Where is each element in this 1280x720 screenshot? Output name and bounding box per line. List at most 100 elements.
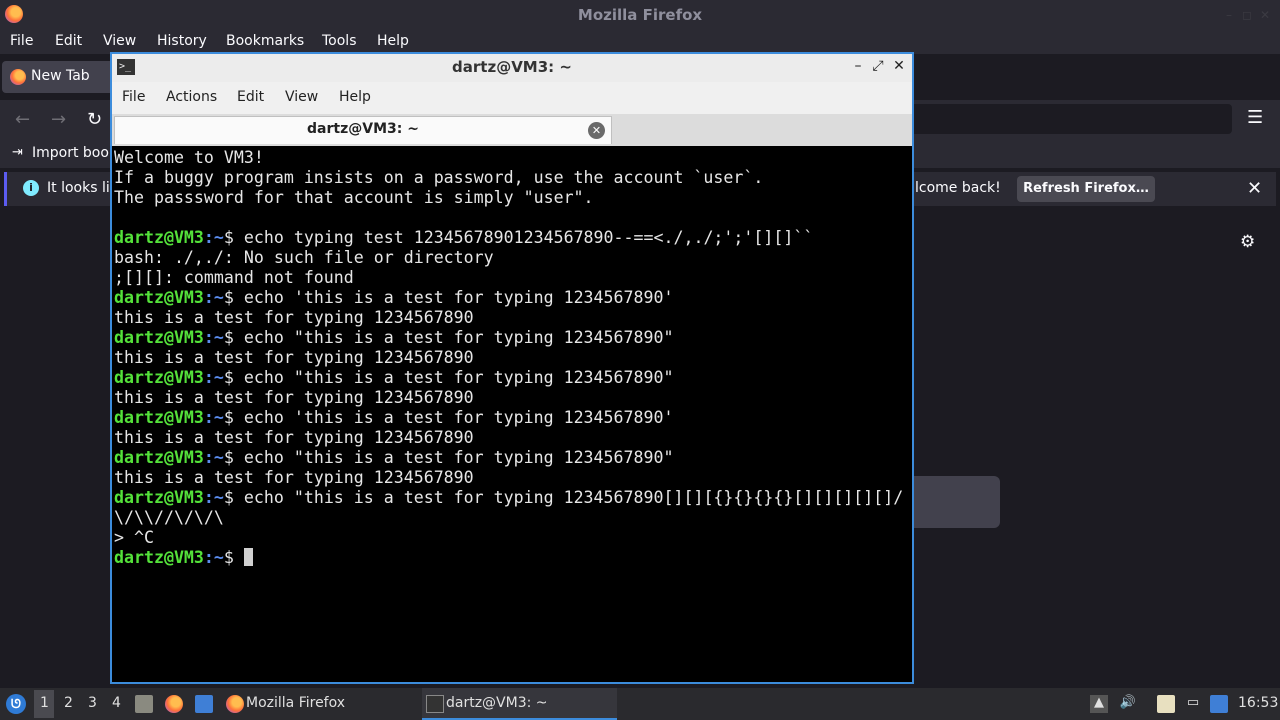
- volume-icon[interactable]: 🔊: [1119, 695, 1137, 713]
- prompt-symbol: $: [223, 288, 244, 307]
- prompt-symbol: $: [223, 408, 244, 427]
- terminal-menu-actions[interactable]: Actions: [166, 89, 217, 105]
- terminal-line: dartz@VM3:~$ echo "this is a test for ty…: [114, 488, 910, 508]
- terminal-task-icon: [426, 695, 444, 713]
- output-text: \/\\//\/\/\: [114, 508, 224, 527]
- taskbar-terminal[interactable]: dartz@VM3: ~: [422, 688, 617, 720]
- taskbar-firefox-label: Mozilla Firefox: [246, 695, 346, 711]
- terminal-window-title: dartz@VM3: ~: [452, 58, 572, 76]
- hamburger-menu-icon[interactable]: ☰: [1247, 107, 1263, 128]
- terminal-line: \/\\//\/\/\: [114, 508, 910, 528]
- terminal-window: >_ dartz@VM3: ~ – ⤢ ✕ File Actions Edit …: [110, 52, 914, 684]
- firefox-titlebar: Mozilla Firefox – ◻ ✕: [0, 0, 1280, 30]
- terminal-line: dartz@VM3:~$ echo 'this is a test for ty…: [114, 408, 910, 428]
- close-icon[interactable]: ✕: [1258, 8, 1272, 22]
- terminal-line: dartz@VM3:~$ echo typing test 1234567890…: [114, 228, 910, 248]
- gear-icon[interactable]: ⚙: [1240, 232, 1255, 252]
- start-menu-icon[interactable]: ᘎ: [6, 694, 26, 714]
- menu-view[interactable]: View: [103, 33, 136, 49]
- clipboard-icon[interactable]: [1157, 695, 1175, 713]
- terminal-line: dartz@VM3:~$ echo 'this is a test for ty…: [114, 288, 910, 308]
- prompt-path: :~: [203, 408, 224, 427]
- output-text: this is a test for typing 1234567890: [114, 308, 474, 327]
- terminal-titlebar[interactable]: >_ dartz@VM3: ~ – ⤢ ✕: [112, 54, 912, 82]
- command-text: echo "this is a test for typing 12345678…: [243, 328, 674, 347]
- maximize-icon[interactable]: ◻: [1240, 8, 1254, 22]
- menu-help[interactable]: Help: [377, 33, 409, 49]
- terminal-line: this is a test for typing 1234567890: [114, 428, 910, 448]
- firefox-launcher-icon[interactable]: [165, 695, 183, 713]
- terminal-line: dartz@VM3:~$ echo "this is a test for ty…: [114, 448, 910, 468]
- command-text: echo "this is a test for typing 12345678…: [243, 368, 674, 387]
- refresh-firefox-button[interactable]: Refresh Firefox…: [1017, 176, 1155, 202]
- workspace-3[interactable]: 3: [88, 695, 97, 711]
- forward-icon[interactable]: →: [51, 109, 66, 130]
- terminal-line: bash: ./,./: No such file or directory: [114, 248, 910, 268]
- terminal-line: Welcome to VM3!: [114, 148, 910, 168]
- prompt-user: dartz@VM3: [114, 228, 204, 247]
- command-text: echo typing test 12345678901234567890--=…: [243, 228, 814, 247]
- menu-history[interactable]: History: [157, 33, 207, 49]
- terminal-tab[interactable]: dartz@VM3: ~ ✕: [114, 116, 612, 144]
- workspace-1[interactable]: 1: [40, 695, 49, 711]
- workspace-2[interactable]: 2: [64, 695, 73, 711]
- taskbar: ᘎ 1 2 3 4 Mozilla Firefox dartz@VM3: ~ ▲…: [0, 688, 1280, 720]
- terminal-output[interactable]: Welcome to VM3! If a buggy program insist…: [114, 148, 910, 682]
- import-icon: ⇥: [12, 145, 23, 160]
- prompt-path: :~: [203, 368, 224, 387]
- close-icon[interactable]: ✕: [891, 58, 907, 74]
- firefox-window-title: Mozilla Firefox: [577, 6, 703, 24]
- content-card[interactable]: [900, 476, 1000, 528]
- output-text: this is a test for typing 1234567890: [114, 388, 474, 407]
- terminal-line: this is a test for typing 1234567890: [114, 348, 910, 368]
- output-text: bash: ./,./: No such file or directory: [114, 248, 494, 267]
- prompt-user: dartz@VM3: [114, 488, 204, 507]
- terminal-menu-view[interactable]: View: [285, 89, 318, 105]
- terminal-line: this is a test for typing 1234567890: [114, 308, 910, 328]
- prompt-symbol: $: [223, 488, 244, 507]
- menu-edit[interactable]: Edit: [55, 33, 82, 49]
- prompt-user: dartz@VM3: [114, 408, 204, 427]
- terminal-line: If a buggy program insists on a password…: [114, 168, 910, 188]
- menu-tools[interactable]: Tools: [322, 33, 357, 49]
- terminal-menu-help[interactable]: Help: [339, 89, 371, 105]
- url-bar[interactable]: [910, 104, 1232, 134]
- prompt-symbol: $: [223, 448, 244, 467]
- file-manager-icon[interactable]: [135, 695, 153, 713]
- output-text: this is a test for typing 1234567890: [114, 348, 474, 367]
- workspace-4[interactable]: 4: [112, 695, 121, 711]
- minimize-icon[interactable]: –: [1222, 8, 1236, 22]
- prompt-user: dartz@VM3: [114, 328, 204, 347]
- prompt-symbol: $: [223, 228, 244, 247]
- notification-text: It looks lik: [47, 180, 118, 196]
- prompt-symbol: $: [223, 548, 244, 567]
- prompt-path: :~: [203, 228, 224, 247]
- prompt-path: :~: [203, 488, 224, 507]
- desktop-icon[interactable]: [195, 695, 213, 713]
- tab-new-tab[interactable]: New Tab: [2, 61, 120, 93]
- minimize-icon[interactable]: –: [850, 58, 866, 74]
- firefox-task-icon: [226, 695, 244, 713]
- terminal-line: ;[][]: command not found: [114, 268, 910, 288]
- menu-bookmarks[interactable]: Bookmarks: [226, 33, 304, 49]
- notification-text-right: lcome back!: [915, 180, 1001, 196]
- terminal-line: > ^C: [114, 528, 910, 548]
- taskbar-firefox[interactable]: Mozilla Firefox: [222, 688, 412, 720]
- prompt-path: :~: [203, 548, 224, 567]
- terminal-menu-edit[interactable]: Edit: [237, 89, 264, 105]
- maximize-icon[interactable]: ⤢: [870, 58, 886, 74]
- tab-close-icon[interactable]: ✕: [588, 122, 605, 139]
- notification-close-icon[interactable]: ✕: [1247, 178, 1262, 199]
- display-icon[interactable]: ▭: [1184, 695, 1202, 713]
- reload-icon[interactable]: ↻: [87, 109, 102, 130]
- tab-label: New Tab: [31, 68, 90, 84]
- terminal-menu-file[interactable]: File: [122, 89, 145, 105]
- notification-icon[interactable]: [1210, 695, 1228, 713]
- back-icon[interactable]: ←: [15, 109, 30, 130]
- import-bookmarks-link[interactable]: Import book: [32, 145, 117, 161]
- menu-file[interactable]: File: [10, 33, 33, 49]
- command-text: echo "this is a test for typing 12345678…: [243, 488, 904, 507]
- tray-up-icon[interactable]: ▲: [1090, 695, 1108, 713]
- output-text: If a buggy program insists on a password…: [114, 168, 764, 187]
